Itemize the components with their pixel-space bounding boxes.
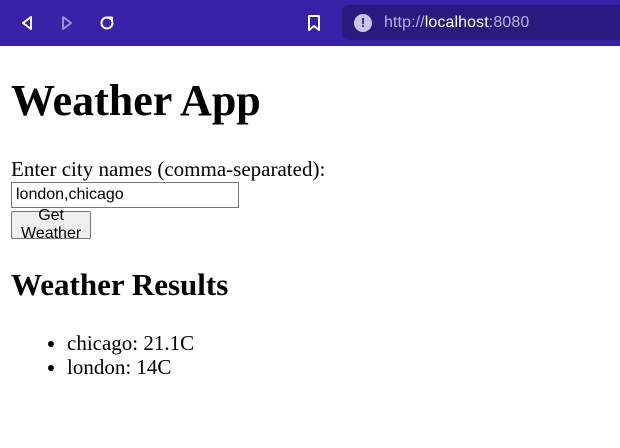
url-scheme: http://	[384, 13, 425, 31]
url-host: localhost	[424, 13, 489, 31]
back-icon	[22, 16, 32, 30]
result-item: london: 14C	[67, 355, 194, 379]
result-item: chicago: 21.1C	[67, 331, 194, 355]
url-port: :8080	[488, 13, 530, 31]
address-bar[interactable]: ! http://localhost:8080	[342, 5, 620, 40]
results-heading: Weather Results	[11, 267, 229, 302]
forward-icon	[62, 16, 72, 30]
back-button[interactable]	[14, 10, 40, 36]
bookmark-icon	[308, 15, 320, 31]
forward-button[interactable]	[54, 10, 80, 36]
city-input-label: Enter city names (comma-separated):	[11, 157, 326, 181]
results-list: chicago: 21.1C london: 14C	[11, 331, 194, 379]
get-weather-button[interactable]: Get Weather	[11, 207, 92, 242]
browser-toolbar: ! http://localhost:8080	[0, 0, 620, 46]
reload-icon	[100, 16, 114, 30]
page-title: Weather App	[11, 76, 261, 125]
city-input[interactable]	[11, 182, 239, 208]
bookmark-button[interactable]	[301, 10, 327, 36]
info-icon[interactable]: !	[354, 13, 372, 32]
url-text[interactable]: http://localhost:8080	[384, 14, 529, 32]
reload-button[interactable]	[94, 10, 120, 36]
